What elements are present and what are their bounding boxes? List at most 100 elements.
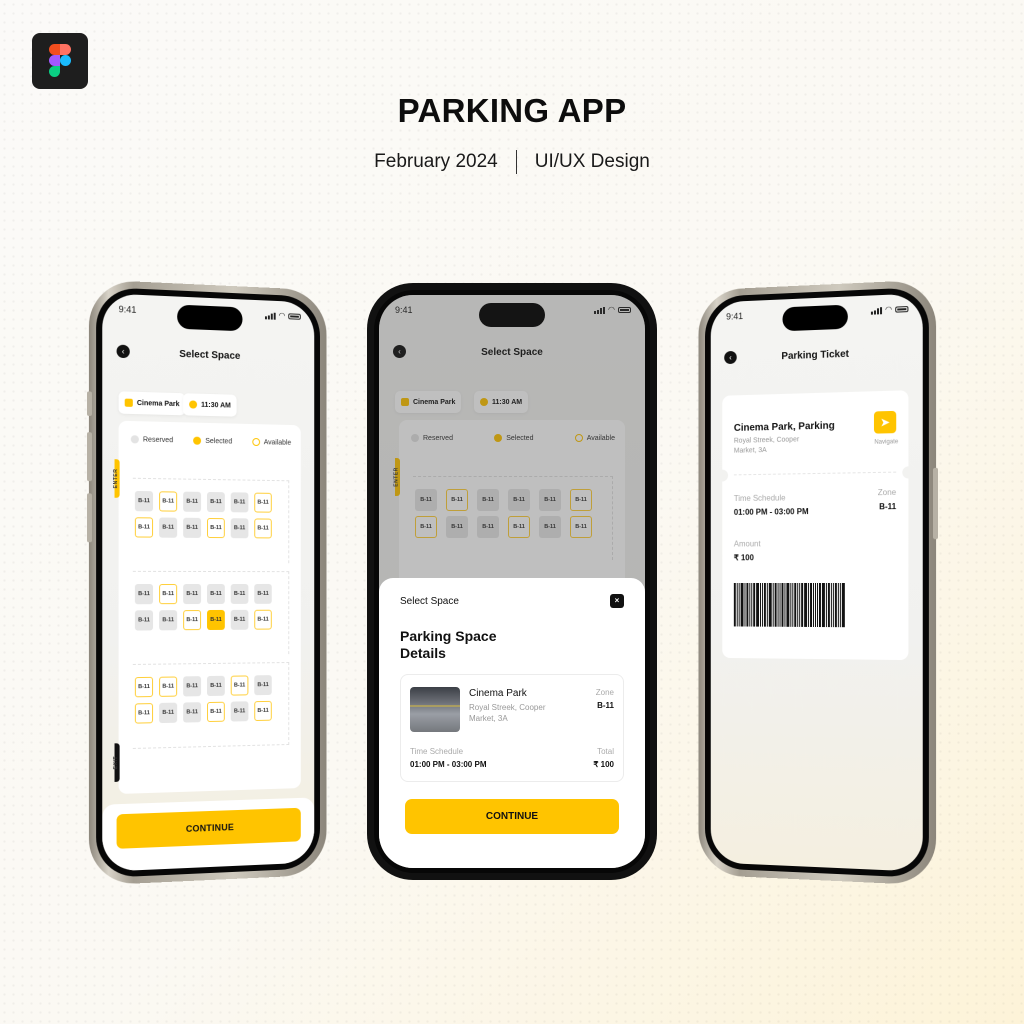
details-modal: Select Space × Parking Space Details Cin… [379, 578, 645, 868]
space-address: Royal Streek, Cooper Market, 3A [469, 703, 546, 723]
barcode-bar [768, 582, 772, 627]
barcode-bar [832, 583, 834, 628]
barcode-bar [816, 583, 818, 628]
parking-slot-available[interactable]: B-11 [159, 584, 178, 605]
parking-slot-reserved: B-11 [207, 583, 225, 605]
parking-slot-reserved: B-11 [134, 584, 154, 605]
parking-photo [410, 687, 460, 732]
parking-slot-reserved: B-11 [230, 518, 249, 539]
divider [515, 150, 517, 174]
parking-slot-available[interactable]: B-11 [207, 701, 225, 723]
time-label: Time Schedule [733, 493, 786, 504]
ticket-address: Royal Streek, Cooper Market, 3A [733, 436, 800, 455]
zone-value: B-11 [879, 501, 897, 512]
parking-slot-reserved: B-11 [254, 675, 272, 696]
subtitle: February 2024 UI/UX Design [0, 150, 1024, 174]
dynamic-island [177, 304, 243, 332]
barcode-bar [821, 583, 825, 628]
page-title: PARKING APP [397, 92, 627, 129]
parking-slot-available[interactable]: B-11 [159, 676, 178, 697]
continue-button[interactable]: CONTINUE [405, 799, 619, 834]
bottom-bar: CONTINUE [102, 797, 315, 872]
barcode-bar [827, 583, 830, 628]
parking-grid: Reserved Selected Available ENTER EXIT B… [113, 420, 301, 794]
screen: 9:41 ◠ ‹ Select Space Cinema Park 11:30 … [379, 295, 645, 868]
barcode-bar [841, 583, 845, 628]
navigate-label: Navigate [874, 439, 899, 446]
navigate-button[interactable]: ➤ [873, 410, 897, 434]
barcode-bar [830, 583, 832, 628]
parking-slot-reserved: B-11 [230, 492, 249, 513]
parking-slot-available[interactable]: B-11 [134, 517, 154, 538]
barcode-bar [766, 582, 768, 627]
barcode-bar [781, 582, 784, 627]
barcode-bar [763, 582, 766, 627]
status-time: 9:41 [118, 304, 137, 315]
barcode-bar [740, 582, 744, 627]
parking-slot-reserved: B-11 [230, 583, 249, 604]
total-label: Total [597, 747, 614, 756]
parking-slot-available[interactable]: B-11 [254, 492, 272, 513]
barcode-bar [774, 582, 777, 627]
parking-slot-available[interactable]: B-11 [207, 517, 225, 539]
parking-slot-available[interactable]: B-11 [230, 675, 249, 696]
screen-title: Parking Ticket [781, 348, 849, 363]
parking-slot-available[interactable]: B-11 [159, 491, 178, 512]
exit-label: EXIT [113, 755, 120, 770]
barcode-bar [753, 582, 756, 627]
parking-slot-available[interactable]: B-11 [183, 610, 202, 631]
parking-slot-reserved: B-11 [230, 701, 249, 722]
zone-label: Zone [595, 688, 614, 697]
barcode-bar [749, 582, 751, 627]
parking-slot-selected[interactable]: B-11 [207, 609, 225, 631]
zone-label: Zone [877, 487, 897, 498]
barcode-bar [790, 582, 792, 627]
barcode-bar [813, 582, 815, 627]
barcode-bar [792, 582, 794, 627]
parking-slot-reserved: B-11 [134, 610, 154, 631]
parking-slot-reserved: B-11 [207, 675, 225, 697]
zone-block: B-11 B-11 B-11 B-11 B-11 B-11 B-11 B-11 B-11 B-11… [132, 477, 290, 564]
modal-title: Parking Space Details [400, 628, 497, 661]
barcode-bar [804, 582, 808, 627]
barcode-bar [825, 583, 827, 628]
barcode-bar [815, 583, 816, 628]
time-chip-label: 11:30 AM [201, 401, 231, 410]
parking-slot-available[interactable]: B-11 [134, 703, 154, 724]
location-chip[interactable]: Cinema Park [118, 391, 186, 416]
building-icon [124, 398, 133, 407]
close-button[interactable]: × [610, 594, 624, 608]
parking-slot-available[interactable]: B-11 [254, 518, 272, 539]
continue-button[interactable]: CONTINUE [116, 807, 301, 849]
signal-icon [870, 306, 883, 315]
enter-label: ENTER [113, 468, 120, 489]
signal-icon [264, 312, 276, 320]
category-label: UI/UX Design [534, 151, 650, 173]
barcode-bar [746, 582, 749, 627]
battery-icon [895, 306, 909, 313]
zone-block: B-11 B-11 B-11 B-11 B-11 B-11 B-11 B-11 B-11 B-11… [132, 662, 290, 749]
parking-slot-available[interactable]: B-11 [254, 700, 272, 722]
battery-icon [288, 313, 301, 320]
parking-slot-reserved: B-11 [134, 490, 154, 512]
parking-slot-available[interactable]: B-11 [134, 676, 154, 698]
clock-icon [189, 400, 198, 409]
time-chip[interactable]: 11:30 AM [183, 393, 237, 417]
legend-available: Available [252, 437, 291, 447]
barcode-bar [794, 582, 797, 627]
parking-slot-available[interactable]: B-11 [254, 609, 272, 630]
wifi-icon: ◠ [885, 304, 893, 315]
ticket-notch [716, 469, 729, 482]
legend-reserved: Reserved [130, 435, 173, 444]
time-value: 01:00 PM - 03:00 PM [410, 760, 487, 769]
parking-slot-reserved: B-11 [230, 609, 249, 630]
barcode-bar [777, 582, 779, 627]
barcode-bar [760, 582, 761, 627]
barcode-bar [738, 582, 740, 627]
barcode-bar [834, 583, 837, 628]
amount-label: Amount [733, 539, 761, 549]
ticket-divider [733, 471, 897, 476]
status-time: 9:41 [726, 311, 744, 322]
amount-value: ₹ 100 [733, 553, 754, 563]
parking-slot-reserved: B-11 [159, 702, 178, 724]
